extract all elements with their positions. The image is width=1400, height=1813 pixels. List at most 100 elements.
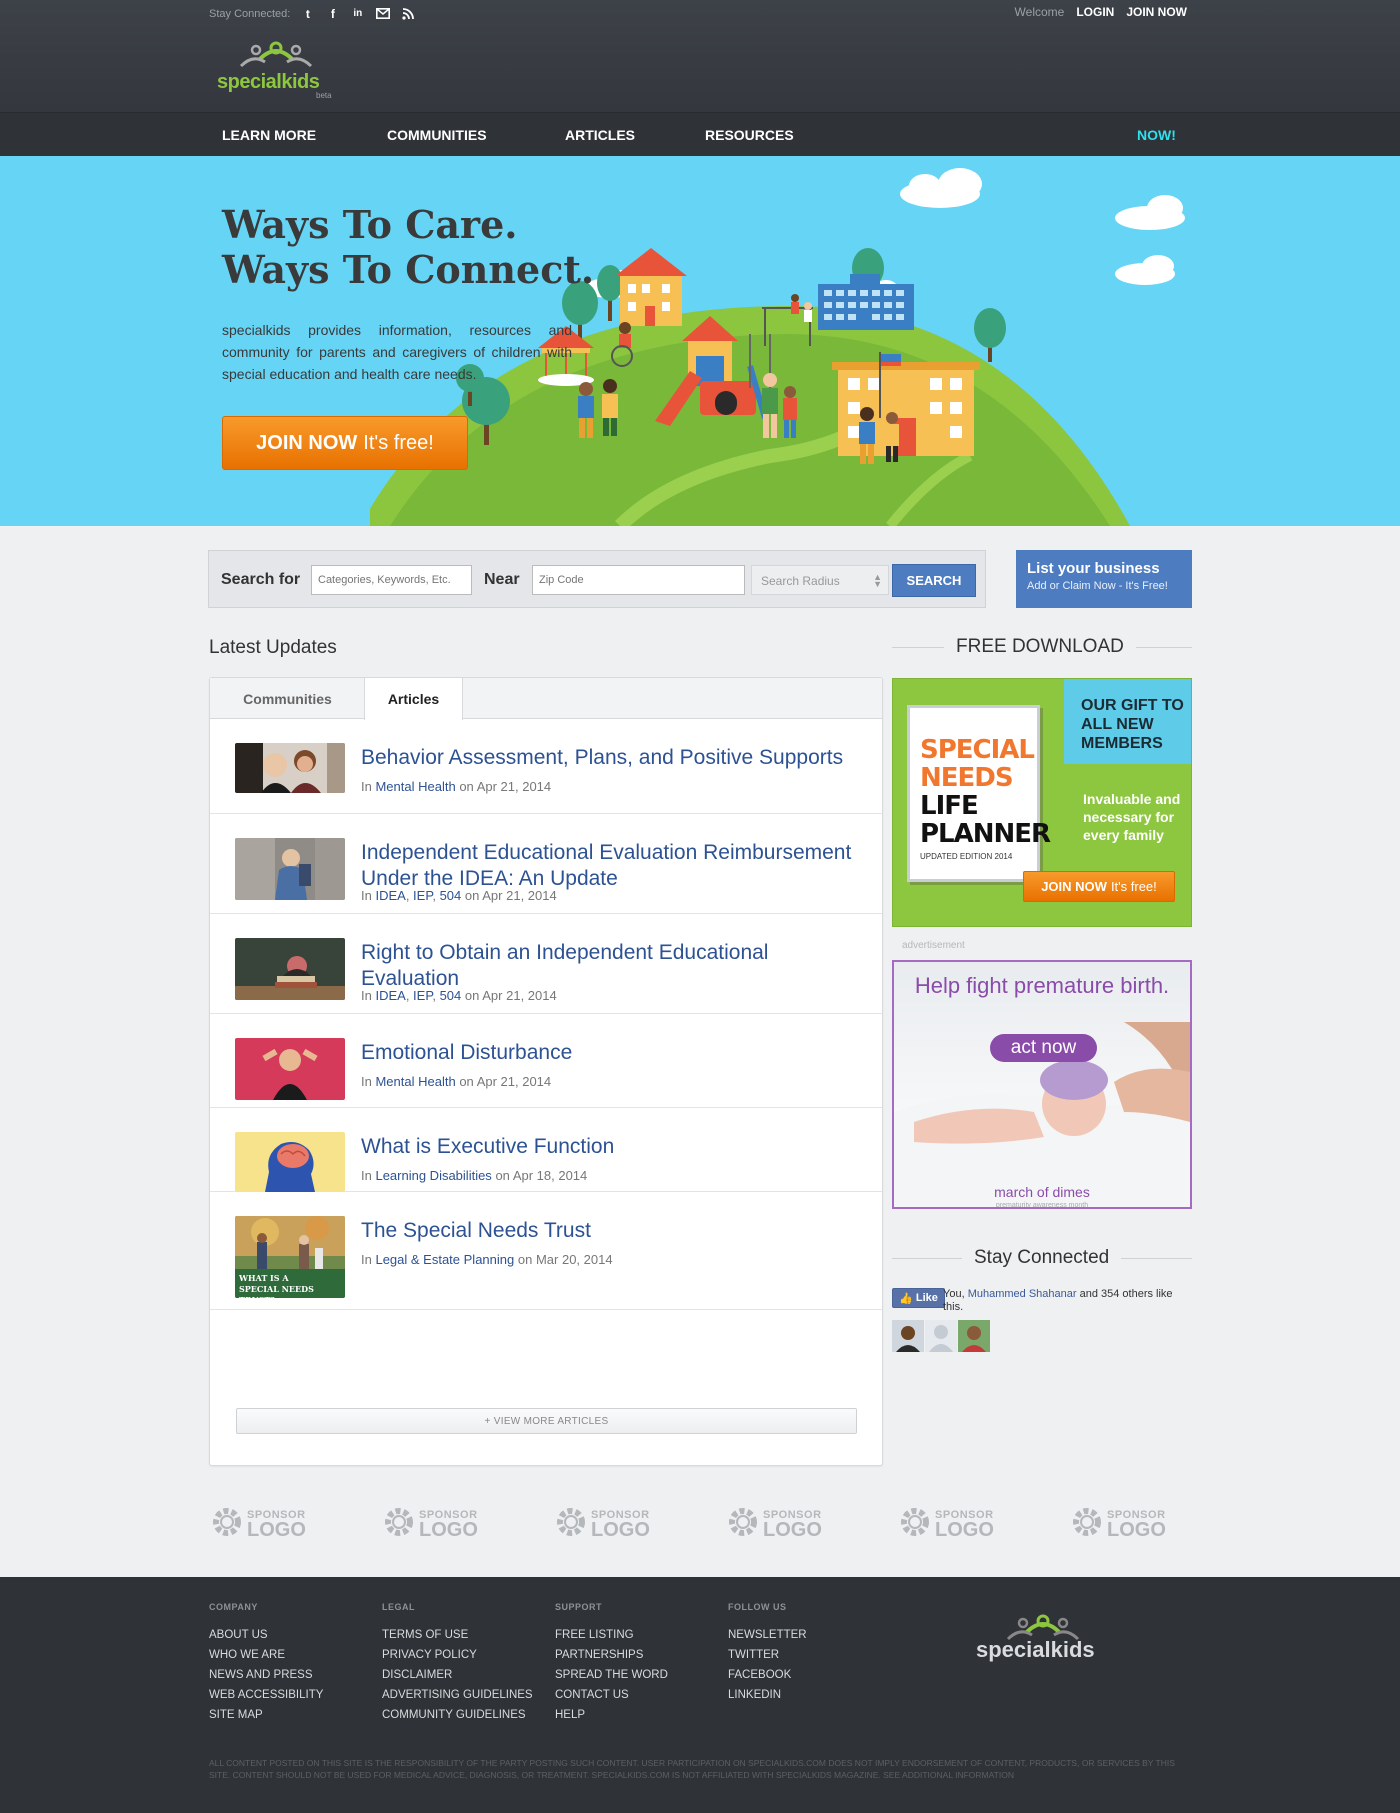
- article-meta: In Learning Disabilities on Apr 18, 2014: [361, 1168, 587, 1183]
- avatar[interactable]: [925, 1320, 957, 1352]
- search-button[interactable]: SEARCH: [892, 564, 976, 597]
- sponsor-logo[interactable]: SPONSOR LOGO: [897, 1504, 997, 1544]
- article-category-link[interactable]: Mental Health: [375, 779, 455, 794]
- footer-link[interactable]: CONTACT US: [555, 1685, 668, 1705]
- footer-logo[interactable]: specialkids: [976, 1613, 1116, 1669]
- view-more-articles-button[interactable]: + VIEW MORE ARTICLES: [236, 1408, 857, 1434]
- article-title[interactable]: The Special Needs Trust: [361, 1218, 861, 1244]
- footer-link[interactable]: PRIVACY POLICY: [382, 1645, 533, 1665]
- footer-link[interactable]: HELP: [555, 1705, 668, 1725]
- article-thumbnail[interactable]: [235, 838, 345, 900]
- sponsor-logo[interactable]: SPONSOR LOGO: [381, 1504, 481, 1544]
- article-thumbnail[interactable]: [235, 1132, 345, 1192]
- footer-link[interactable]: SITE MAP: [209, 1705, 323, 1725]
- footer-link[interactable]: WEB ACCESSIBILITY: [209, 1685, 323, 1705]
- main-nav: LEARN MORE COMMUNITIES ARTICLES RESOURCE…: [0, 112, 1400, 156]
- meta-prefix: In: [361, 888, 372, 903]
- article-thumbnail[interactable]: [235, 938, 345, 1000]
- footer-link[interactable]: FACEBOOK: [728, 1665, 807, 1685]
- login-link[interactable]: LOGIN: [1076, 5, 1114, 19]
- facebook-like-button[interactable]: 👍 Like: [892, 1288, 945, 1308]
- avatar[interactable]: [958, 1320, 990, 1352]
- join-now-link[interactable]: JOIN NOW: [1126, 5, 1187, 19]
- site-logo[interactable]: specialkids beta: [217, 40, 337, 100]
- tab-articles[interactable]: Articles: [364, 678, 463, 720]
- ad-brand-sub: prematurity awareness month: [995, 1202, 1089, 1209]
- search-radius-select[interactable]: Search Radius ▲ ▼: [751, 565, 889, 595]
- invaluable-text: Invaluable and necessary for every famil…: [1083, 791, 1181, 843]
- article-category-link[interactable]: Mental Health: [375, 1074, 455, 1089]
- article-title[interactable]: Independent Educational Evaluation Reimb…: [361, 840, 861, 892]
- footer-heading: COMPANY: [209, 1602, 258, 1612]
- article-thumbnail[interactable]: [235, 743, 345, 793]
- updates-tabs: Communities Articles: [210, 678, 882, 720]
- stay-connected-bar: Stay Connected: t f in: [209, 6, 415, 21]
- article-meta: In Legal & Estate Planning on Mar 20, 20…: [361, 1252, 613, 1267]
- footer-column-support: SUPPORT FREE LISTING PARTNERSHIPS SPREAD…: [555, 1602, 668, 1725]
- sponsor-logo[interactable]: SPONSOR LOGO: [553, 1504, 653, 1544]
- footer-link[interactable]: DISCLAIMER: [382, 1665, 533, 1685]
- sponsor-line2: LOGO: [763, 1519, 822, 1541]
- promo-join-button[interactable]: JOIN NOW It's free!: [1023, 871, 1175, 902]
- article-category-link[interactable]: IEP: [413, 988, 432, 1003]
- keyword-search-input[interactable]: [311, 565, 472, 595]
- meta-on: on: [464, 888, 480, 903]
- linkedin-icon[interactable]: in: [350, 6, 365, 21]
- ad-act-now-button[interactable]: act now: [990, 1034, 1097, 1062]
- meta-on: on: [459, 779, 474, 794]
- advertisement-label: advertisement: [902, 940, 965, 951]
- footer-link[interactable]: NEWSLETTER: [728, 1625, 807, 1645]
- fb-friend-link[interactable]: Muhammed Shahanar: [968, 1288, 1077, 1300]
- footer-link[interactable]: PARTNERSHIPS: [555, 1645, 668, 1665]
- footer-link[interactable]: FREE LISTING: [555, 1625, 668, 1645]
- footer-link[interactable]: LINKEDIN: [728, 1685, 807, 1705]
- footer-link[interactable]: ADVERTISING GUIDELINES: [382, 1685, 533, 1705]
- footer-link[interactable]: SPREAD THE WORD: [555, 1665, 668, 1685]
- sponsor-logo[interactable]: SPONSOR LOGO: [1069, 1504, 1169, 1544]
- article-thumbnail[interactable]: WHAT IS A SPECIAL NEEDS TRUST?: [235, 1216, 345, 1298]
- email-icon[interactable]: [375, 6, 390, 21]
- hero-title-line1: Ways To Care.: [222, 202, 518, 247]
- avatar[interactable]: [892, 1320, 924, 1352]
- sponsor-logo[interactable]: SPONSOR LOGO: [725, 1504, 825, 1544]
- like-label: Like: [915, 1292, 938, 1304]
- article-category-link[interactable]: Legal & Estate Planning: [375, 1252, 514, 1267]
- article-category-link[interactable]: Learning Disabilities: [375, 1168, 491, 1183]
- article-category-link[interactable]: 504: [440, 988, 462, 1003]
- twitter-icon[interactable]: t: [300, 6, 315, 21]
- article-category-link[interactable]: 504: [440, 888, 462, 903]
- nav-communities[interactable]: COMMUNITIES: [387, 127, 487, 143]
- article-date: Apr 21, 2014: [476, 779, 552, 794]
- thumbnail-caption-line1: WHAT IS A: [239, 1273, 289, 1283]
- hero-description: specialkids provides information, resour…: [222, 322, 572, 382]
- rss-icon[interactable]: [400, 6, 415, 21]
- hero-join-button[interactable]: JOIN NOW It's free!: [222, 416, 468, 470]
- article-title[interactable]: What is Executive Function: [361, 1134, 861, 1160]
- article-category-link[interactable]: IDEA: [375, 988, 405, 1003]
- planner-line2: NEEDS: [920, 763, 1014, 793]
- tab-communities[interactable]: Communities: [210, 678, 365, 719]
- article-category-link[interactable]: IEP: [413, 888, 432, 903]
- article-title[interactable]: Behavior Assessment, Plans, and Positive…: [361, 745, 861, 771]
- footer-link[interactable]: ABOUT US: [209, 1625, 323, 1645]
- life-planner-promo[interactable]: SPECIAL NEEDS LIFE PLANNER UPDATED EDITI…: [892, 678, 1192, 927]
- list-business-button[interactable]: List your business Add or Claim Now - It…: [1016, 550, 1192, 608]
- zip-code-input[interactable]: [532, 565, 745, 595]
- footer-link[interactable]: COMMUNITY GUIDELINES: [382, 1705, 533, 1725]
- article-category-link[interactable]: IDEA: [375, 888, 405, 903]
- footer-link[interactable]: TERMS OF USE: [382, 1625, 533, 1645]
- sponsor-logo[interactable]: SPONSOR LOGO: [209, 1504, 309, 1544]
- nav-now[interactable]: NOW!: [1137, 127, 1176, 143]
- article-title[interactable]: Emotional Disturbance: [361, 1040, 861, 1066]
- nav-resources[interactable]: RESOURCES: [705, 127, 794, 143]
- article-title[interactable]: Right to Obtain an Independent Education…: [361, 940, 861, 992]
- march-of-dimes-ad[interactable]: Help fight premature birth. act now marc…: [892, 960, 1192, 1209]
- footer-link[interactable]: WHO WE ARE: [209, 1645, 323, 1665]
- footer-link[interactable]: TWITTER: [728, 1645, 807, 1665]
- facebook-icon[interactable]: f: [325, 6, 340, 21]
- footer-link[interactable]: NEWS AND PRESS: [209, 1665, 323, 1685]
- nav-learn-more[interactable]: LEARN MORE: [222, 127, 316, 143]
- nav-articles[interactable]: ARTICLES: [565, 127, 635, 143]
- article-thumbnail[interactable]: [235, 1038, 345, 1100]
- site-footer: COMPANY ABOUT US WHO WE ARE NEWS AND PRE…: [0, 1577, 1400, 1813]
